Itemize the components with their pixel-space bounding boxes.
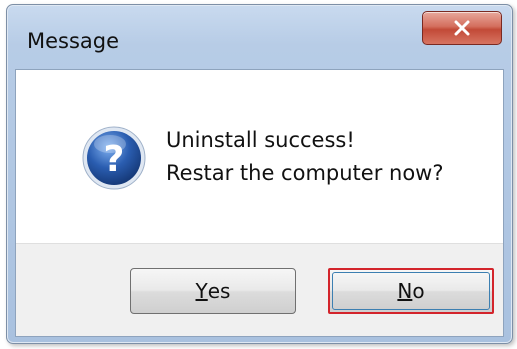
no-button[interactable]: No xyxy=(328,268,494,314)
dialog-content: ? Uninstall success! Restar the computer… xyxy=(15,69,504,337)
dialog-title: Message xyxy=(27,29,120,53)
yes-button[interactable]: Yes xyxy=(130,268,296,314)
close-button[interactable] xyxy=(422,11,502,45)
no-button-face: No xyxy=(332,272,490,310)
message-text: Uninstall success! Restar the computer n… xyxy=(166,124,444,190)
yes-button-mnemonic: Y xyxy=(195,279,208,303)
svg-text:?: ? xyxy=(104,139,125,180)
yes-button-label: es xyxy=(207,279,231,303)
message-dialog: Message ? Uninstall success! Restar the … xyxy=(6,4,513,344)
question-icon: ? xyxy=(82,126,146,190)
message-line-2: Restar the computer now? xyxy=(166,161,444,185)
no-button-mnemonic: N xyxy=(397,279,413,303)
message-line-1: Uninstall success! xyxy=(166,128,355,152)
no-button-label: o xyxy=(412,279,425,303)
close-icon xyxy=(454,20,470,36)
